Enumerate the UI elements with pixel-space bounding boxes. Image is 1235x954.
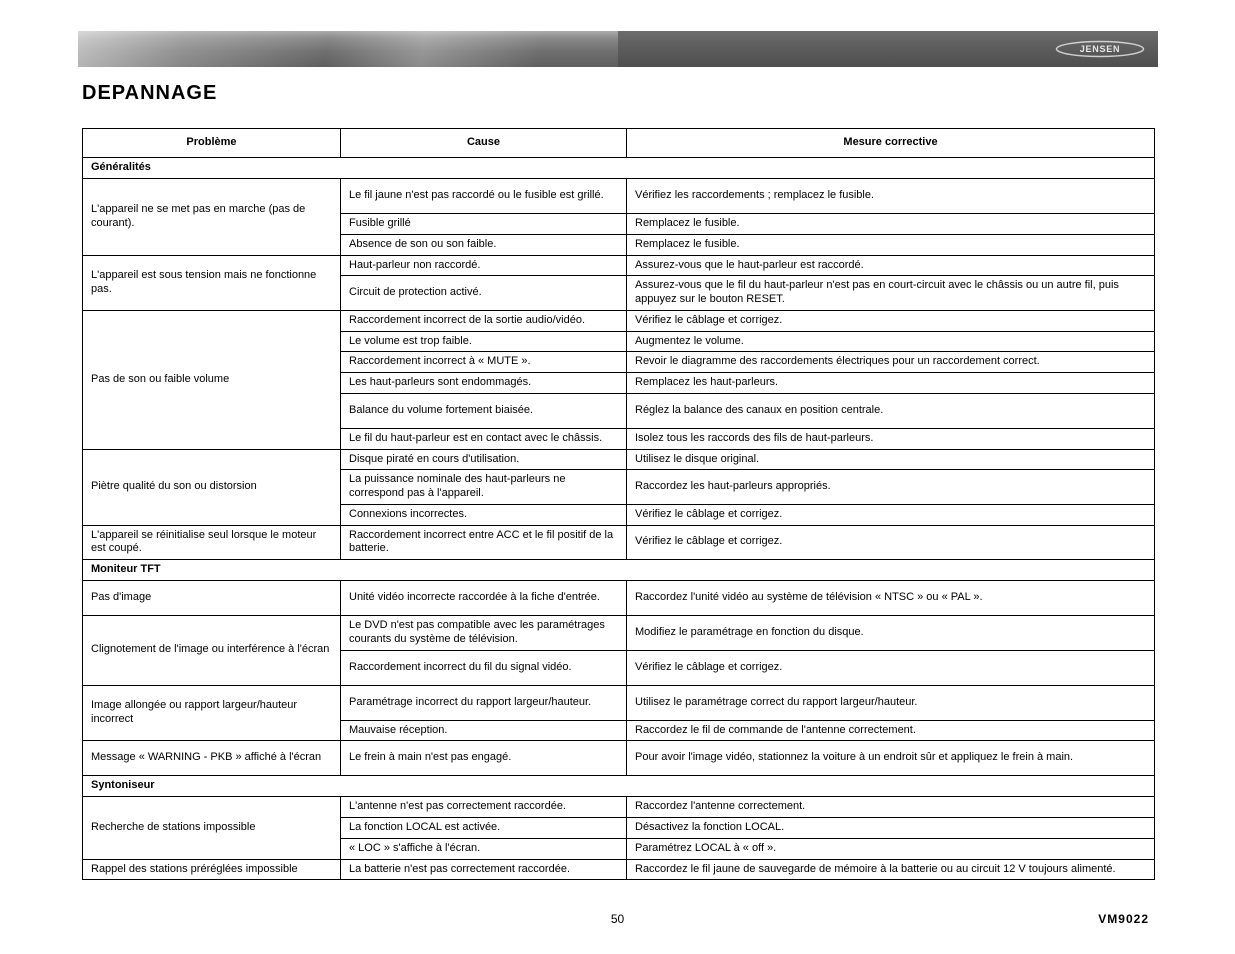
cell-cause: Disque piraté en cours d'utilisation. [341, 449, 627, 470]
model-number: VM9022 [1098, 912, 1149, 926]
table-row: L'appareil est sous tension mais ne fonc… [83, 255, 1155, 276]
cell-problem: Recherche de stations impossible [83, 797, 341, 859]
section-row: Moniteur TFT [83, 560, 1155, 581]
cell-cause: Le fil jaune n'est pas raccordé ou le fu… [341, 179, 627, 214]
cell-fix: Paramétrez LOCAL à « off ». [627, 838, 1155, 859]
cell-cause: La fonction LOCAL est activée. [341, 818, 627, 839]
cell-cause: « LOC » s'affiche à l'écran. [341, 838, 627, 859]
table-row: Message « WARNING - PKB » affiché à l'éc… [83, 741, 1155, 776]
col-problem: Problème [83, 129, 341, 158]
cell-fix: Raccordez le fil de commande de l'antenn… [627, 720, 1155, 741]
cell-fix: Modifiez le paramétrage en fonction du d… [627, 616, 1155, 651]
cell-problem: Rappel des stations préréglées impossibl… [83, 859, 341, 880]
cell-cause: Fusible grillé [341, 214, 627, 235]
cell-fix: Vérifiez le câblage et corrigez. [627, 504, 1155, 525]
cell-fix: Utilisez le paramétrage correct du rappo… [627, 685, 1155, 720]
cell-problem: Image allongée ou rapport largeur/hauteu… [83, 685, 341, 741]
cell-fix: Vérifiez le câblage et corrigez. [627, 310, 1155, 331]
cell-fix: Vérifiez les raccordements ; remplacez l… [627, 179, 1155, 214]
cell-fix: Remplacez le fusible. [627, 214, 1155, 235]
cell-cause: Les haut-parleurs sont endommagés. [341, 373, 627, 394]
page-number: 50 [0, 912, 1235, 926]
section-row: Syntoniseur [83, 776, 1155, 797]
cell-cause: Haut-parleur non raccordé. [341, 255, 627, 276]
cell-problem: L'appareil ne se met pas en marche (pas … [83, 179, 341, 256]
cell-cause: Raccordement incorrect entre ACC et le f… [341, 525, 627, 560]
cell-fix: Raccordez l'unité vidéo au système de té… [627, 581, 1155, 616]
cell-cause: Circuit de protection activé. [341, 276, 627, 311]
cell-problem: Piètre qualité du son ou distorsion [83, 449, 341, 525]
table-row: L'appareil se réinitialise seul lorsque … [83, 525, 1155, 560]
cell-fix: Vérifiez le câblage et corrigez. [627, 525, 1155, 560]
cell-cause: La batterie n'est pas correctement racco… [341, 859, 627, 880]
cell-fix: Pour avoir l'image vidéo, stationnez la … [627, 741, 1155, 776]
table-row: Image allongée ou rapport largeur/hauteu… [83, 685, 1155, 720]
cell-fix: Utilisez le disque original. [627, 449, 1155, 470]
cell-fix: Raccordez le fil jaune de sauvegarde de … [627, 859, 1155, 880]
cell-cause: Raccordement incorrect à « MUTE ». [341, 352, 627, 373]
section-name: Moniteur TFT [83, 560, 1155, 581]
cell-fix: Assurez-vous que le haut-parleur est rac… [627, 255, 1155, 276]
cell-fix: Revoir le diagramme des raccordements él… [627, 352, 1155, 373]
cell-problem: Clignotement de l'image ou interférence … [83, 616, 341, 686]
cell-fix: Isolez tous les raccords des fils de hau… [627, 428, 1155, 449]
header-banner [78, 31, 1158, 67]
cell-cause: Le volume est trop faible. [341, 331, 627, 352]
cell-cause: La puissance nominale des haut-parleurs … [341, 470, 627, 505]
table-row: Recherche de stations impossibleL'antenn… [83, 797, 1155, 818]
table-row: L'appareil ne se met pas en marche (pas … [83, 179, 1155, 214]
table-row: Rappel des stations préréglées impossibl… [83, 859, 1155, 880]
cell-cause: Le frein à main n'est pas engagé. [341, 741, 627, 776]
cell-fix: Augmentez le volume. [627, 331, 1155, 352]
brand-logo: JENSEN [1055, 40, 1145, 58]
cell-cause: Raccordement incorrect de la sortie audi… [341, 310, 627, 331]
cell-cause: Unité vidéo incorrecte raccordée à la fi… [341, 581, 627, 616]
table-row: Piètre qualité du son ou distorsionDisqu… [83, 449, 1155, 470]
table-row: Pas de son ou faible volumeRaccordement … [83, 310, 1155, 331]
cell-fix: Désactivez la fonction LOCAL. [627, 818, 1155, 839]
col-cause: Cause [341, 129, 627, 158]
section-name: Généralités [83, 158, 1155, 179]
section-row: Généralités [83, 158, 1155, 179]
cell-cause: Paramétrage incorrect du rapport largeur… [341, 685, 627, 720]
cell-fix: Raccordez l'antenne correctement. [627, 797, 1155, 818]
cell-cause: Absence de son ou son faible. [341, 234, 627, 255]
cell-fix: Réglez la balance des canaux en position… [627, 393, 1155, 428]
cell-problem: L'appareil est sous tension mais ne fonc… [83, 255, 341, 310]
cell-problem: Pas de son ou faible volume [83, 310, 341, 449]
cell-fix: Vérifiez le câblage et corrigez. [627, 650, 1155, 685]
cell-cause: Raccordement incorrect du fil du signal … [341, 650, 627, 685]
cell-problem: Pas d'image [83, 581, 341, 616]
cell-problem: L'appareil se réinitialise seul lorsque … [83, 525, 341, 560]
cell-cause: Le DVD n'est pas compatible avec les par… [341, 616, 627, 651]
cell-cause: Connexions incorrectes. [341, 504, 627, 525]
section-name: Syntoniseur [83, 776, 1155, 797]
page-title: DEPANNAGE [82, 82, 217, 105]
cell-problem: Message « WARNING - PKB » affiché à l'éc… [83, 741, 341, 776]
table-header-row: Problème Cause Mesure corrective [83, 129, 1155, 158]
cell-fix: Remplacez le fusible. [627, 234, 1155, 255]
troubleshooting-table: Problème Cause Mesure corrective Général… [82, 128, 1154, 880]
brand-logo-text: JENSEN [1080, 44, 1121, 54]
table-row: Pas d'imageUnité vidéo incorrecte raccor… [83, 581, 1155, 616]
cell-cause: Balance du volume fortement biaisée. [341, 393, 627, 428]
cell-fix: Remplacez les haut-parleurs. [627, 373, 1155, 394]
col-fix: Mesure corrective [627, 129, 1155, 158]
cell-fix: Raccordez les haut-parleurs appropriés. [627, 470, 1155, 505]
cell-cause: Le fil du haut-parleur est en contact av… [341, 428, 627, 449]
table-row: Clignotement de l'image ou interférence … [83, 616, 1155, 651]
cell-fix: Assurez-vous que le fil du haut-parleur … [627, 276, 1155, 311]
cell-cause: L'antenne n'est pas correctement raccord… [341, 797, 627, 818]
cell-cause: Mauvaise réception. [341, 720, 627, 741]
